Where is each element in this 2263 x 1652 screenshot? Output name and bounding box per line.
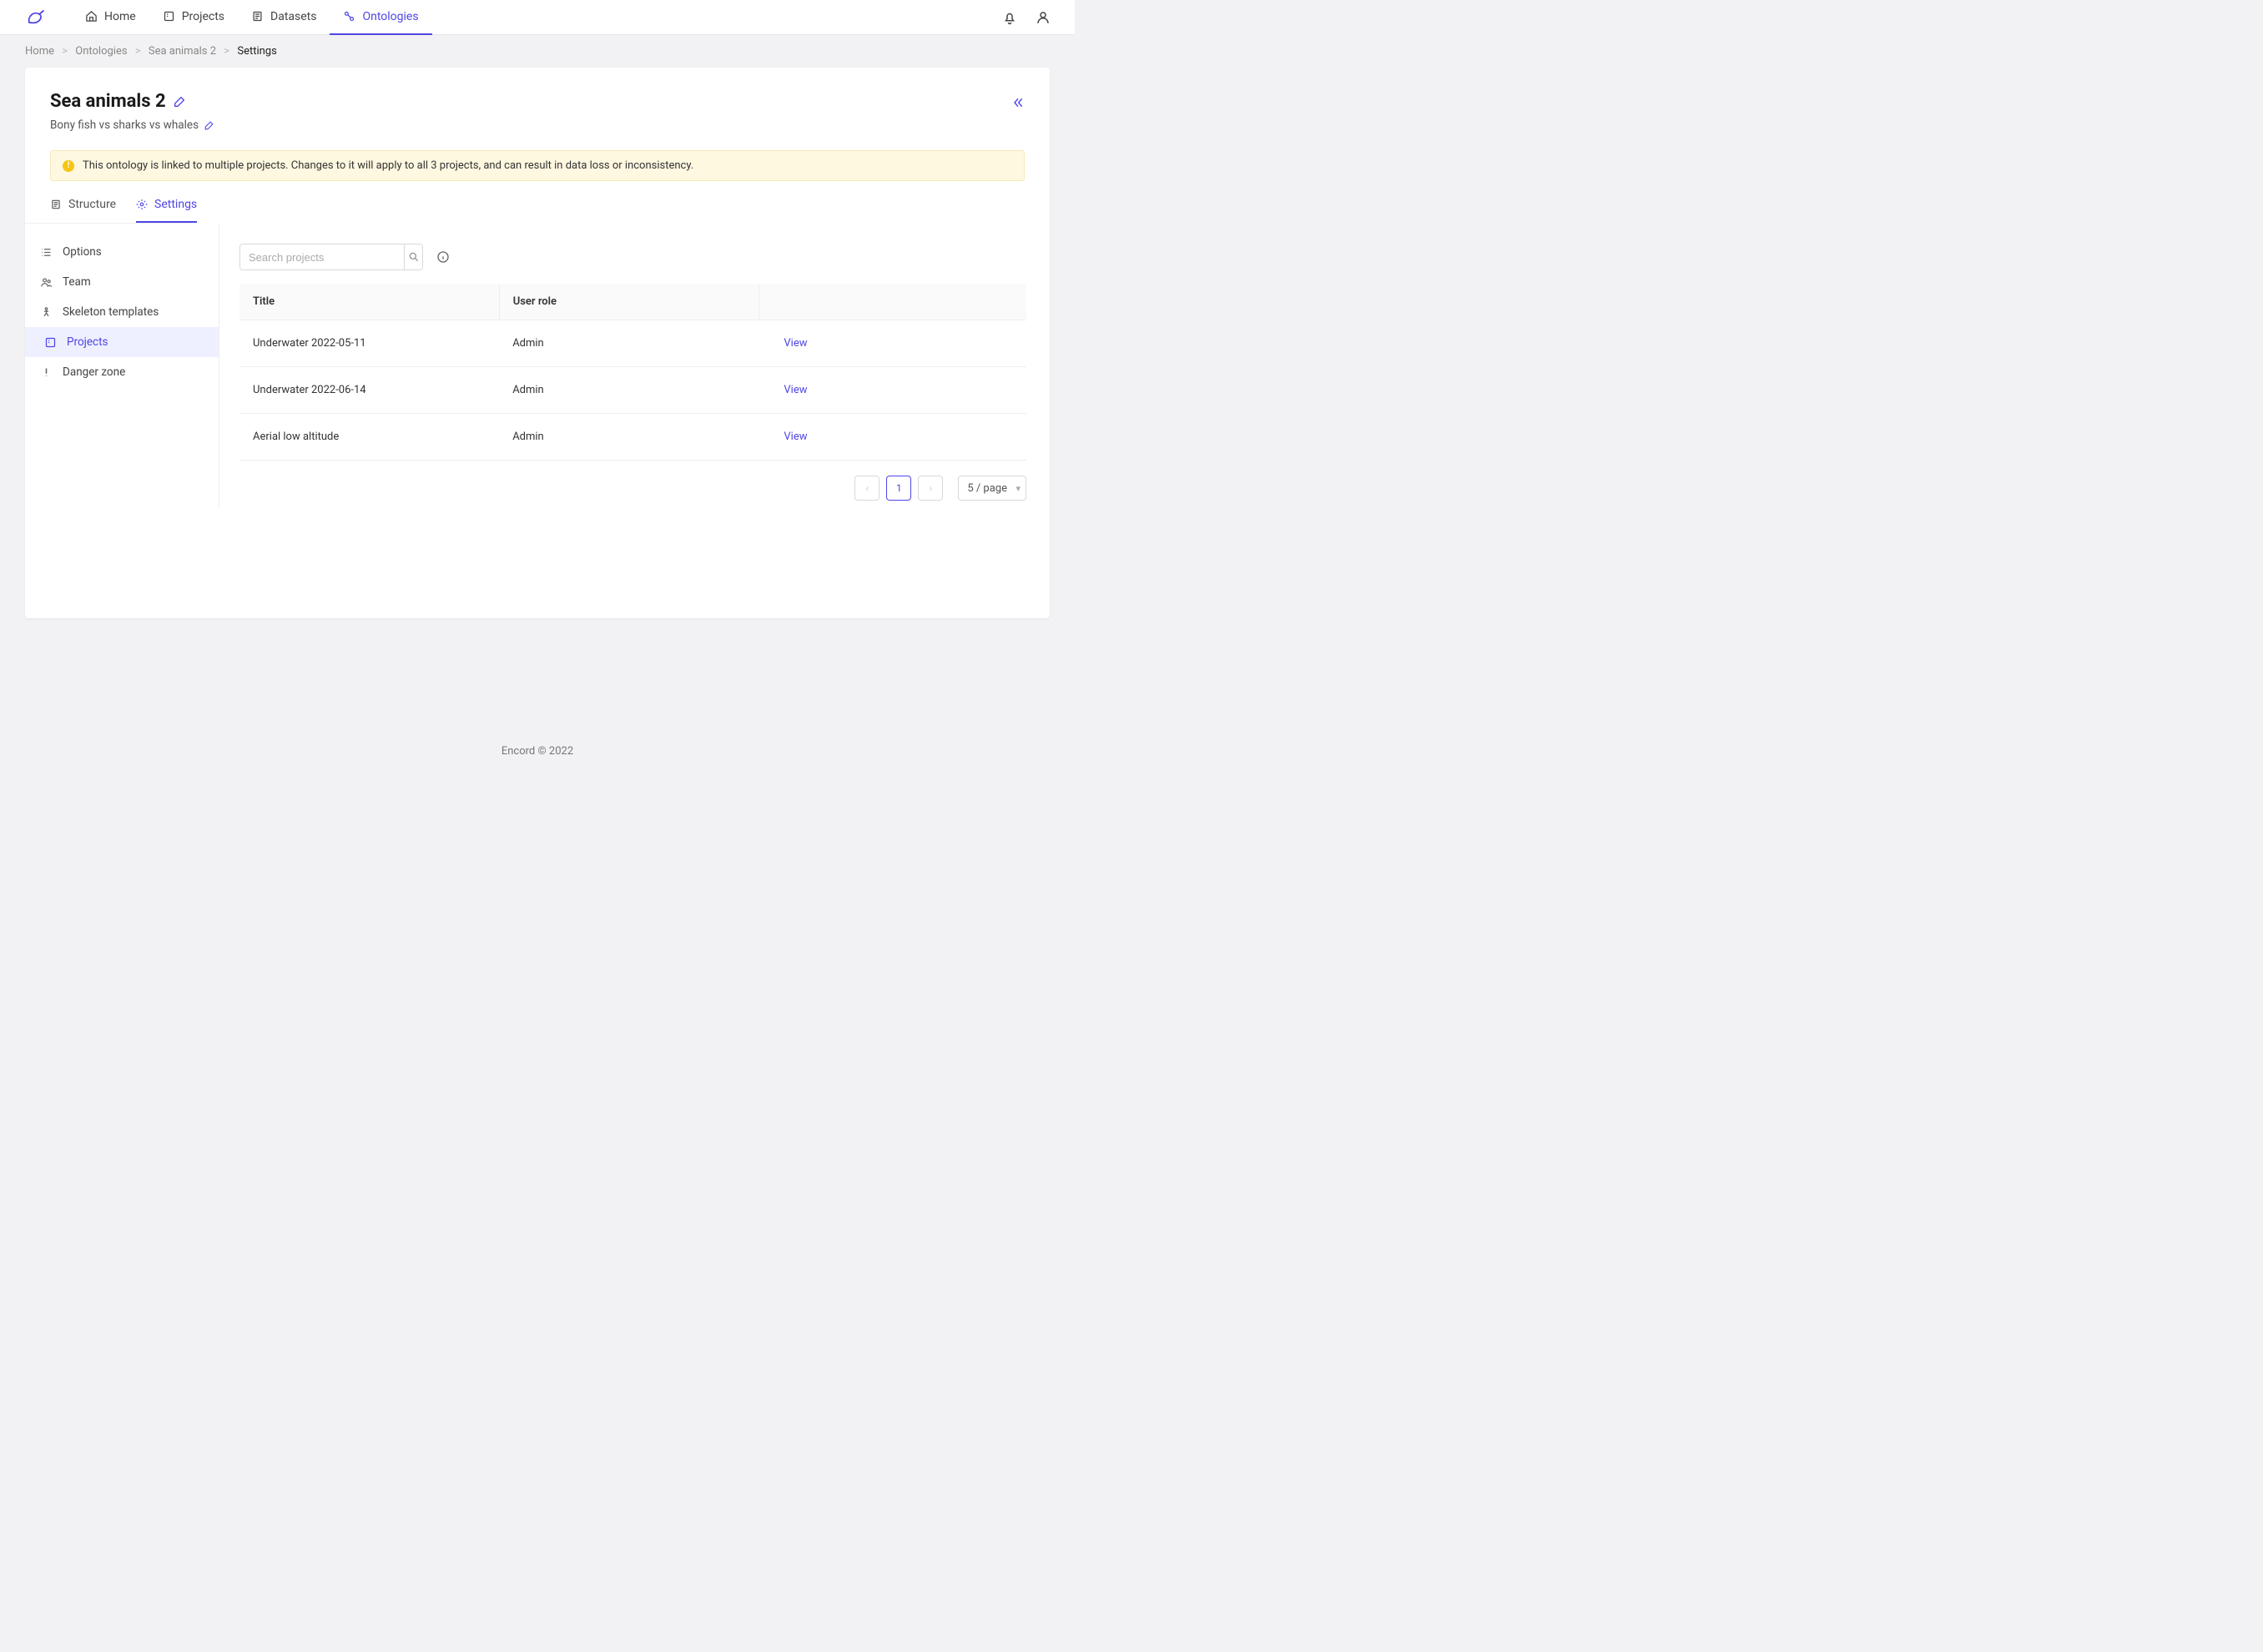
settings-sidebar: Options Team Skeleton templates Projects [25,224,219,507]
breadcrumb-sep: > [135,45,141,58]
breadcrumb-current: Settings [237,45,276,58]
sidebar-item-label: Projects [67,335,108,349]
tab-label: Settings [154,198,197,211]
cell-title: Underwater 2022-05-11 [239,320,499,367]
chevron-left-icon: ‹ [866,482,869,494]
skeleton-icon [40,306,53,319]
nav-item-label: Ontologies [362,10,418,23]
table-row: Aerial low altitude Admin View [239,414,1026,461]
content-card: Sea animals 2 Bony fish vs sharks vs wha… [25,68,1050,618]
breadcrumb-link[interactable]: Home [25,45,54,58]
sidebar-item-label: Skeleton templates [63,305,159,319]
footer-text: Encord © 2022 [0,720,1075,774]
structure-icon [50,199,62,210]
table-row: Underwater 2022-05-11 Admin View [239,320,1026,367]
home-icon [85,10,98,23]
nav-item-label: Home [104,10,136,23]
top-nav: Home Projects Datasets Ontologies [0,0,1075,35]
breadcrumb-link[interactable]: Sea animals 2 [149,45,216,58]
tab-structure[interactable]: Structure [50,198,116,223]
search-input[interactable] [240,244,404,269]
notifications-icon[interactable] [1001,9,1018,26]
tab-settings[interactable]: Settings [136,198,197,223]
breadcrumb-sep: > [224,45,229,58]
breadcrumb: Home > Ontologies > Sea animals 2 > Sett… [0,35,1075,68]
page-number-button[interactable]: 1 [886,476,911,501]
ontologies-icon [343,10,355,23]
danger-icon [40,366,53,379]
column-header-title: Title [239,284,499,320]
sidebar-item-team[interactable]: Team [25,267,219,297]
cell-role: Admin [499,320,759,367]
page-size-select[interactable]: 5 / page ▾ [958,476,1026,501]
inner-tabs: Structure Settings [25,181,192,224]
breadcrumb-link[interactable]: Ontologies [75,45,127,58]
warning-banner: ! This ontology is linked to multiple pr… [50,150,1025,181]
info-icon[interactable] [436,250,450,264]
user-icon[interactable] [1035,9,1051,26]
sidebar-item-label: Options [63,245,102,259]
sidebar-item-options[interactable]: Options [25,237,219,267]
sidebar-item-projects[interactable]: Projects [25,327,219,357]
page-size-label: 5 / page [967,482,1007,495]
breadcrumb-sep: > [62,45,68,58]
edit-subtitle-icon[interactable] [204,120,214,131]
edit-title-icon[interactable] [173,95,186,108]
view-link[interactable]: View [784,431,807,443]
sidebar-item-skeleton-templates[interactable]: Skeleton templates [25,297,219,327]
sidebar-item-label: Danger zone [63,365,125,379]
collapse-panel-icon[interactable] [1011,96,1025,109]
sidebar-item-danger-zone[interactable]: Danger zone [25,357,219,387]
main-panel: Title User role Underwater 2022-05-11 Ad… [219,224,1050,507]
nav-item-projects[interactable]: Projects [149,0,238,35]
nav-item-datasets[interactable]: Datasets [238,0,330,35]
settings-icon [136,199,148,210]
page-title: Sea animals 2 [50,91,166,112]
search-button[interactable] [404,244,422,269]
team-icon [40,276,53,289]
view-link[interactable]: View [784,384,807,396]
page-subtitle: Bony fish vs sharks vs whales [50,118,199,132]
datasets-icon [251,10,264,23]
column-header-role: User role [499,284,759,320]
page-number-label: 1 [896,482,902,494]
projects-table: Title User role Underwater 2022-05-11 Ad… [239,284,1026,461]
nav-item-label: Projects [182,10,224,23]
nav-item-ontologies[interactable]: Ontologies [330,0,431,35]
warning-icon: ! [63,160,74,172]
view-link[interactable]: View [784,337,807,350]
chevron-down-icon: ▾ [1016,483,1021,494]
list-icon [40,246,53,259]
search-icon [408,251,420,263]
table-row: Underwater 2022-06-14 Admin View [239,367,1026,414]
warning-text: This ontology is linked to multiple proj… [83,159,693,172]
page-next-button[interactable]: › [918,476,943,501]
cell-role: Admin [499,414,759,461]
chevron-right-icon: › [930,482,933,494]
page-prev-button[interactable]: ‹ [854,476,879,501]
column-header-actions [759,284,1026,320]
cell-role: Admin [499,367,759,414]
pagination: ‹ 1 › 5 / page ▾ [239,461,1026,501]
nav-item-label: Datasets [270,10,316,23]
nav-item-home[interactable]: Home [72,0,149,35]
search-input-wrap [239,244,423,270]
page-title-row: Sea animals 2 [50,91,1025,112]
projects-icon [163,10,175,23]
sidebar-item-label: Team [63,275,91,289]
logo-icon[interactable] [23,5,48,30]
tab-label: Structure [68,198,116,211]
cell-title: Underwater 2022-06-14 [239,367,499,414]
cell-title: Aerial low altitude [239,414,499,461]
projects-icon [44,336,57,349]
